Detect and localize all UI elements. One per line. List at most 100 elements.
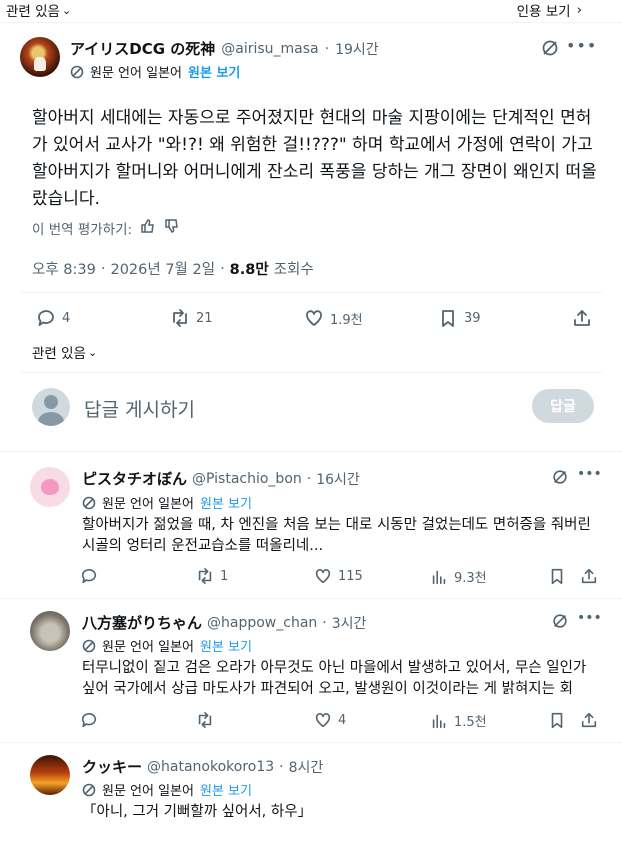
divider	[20, 292, 602, 293]
rate-translation-label: 이 번역 평가하기:	[32, 222, 133, 238]
share-button[interactable]	[580, 711, 598, 729]
rate-translation: 이 번역 평가하기:	[32, 218, 180, 238]
avatar[interactable]	[32, 388, 70, 426]
post-clock-time[interactable]: 오후 8:39	[32, 258, 96, 279]
reply-button[interactable]: 4	[36, 308, 70, 328]
views-button[interactable]: 9.3천	[430, 567, 487, 586]
view-count: 8.8만	[229, 262, 269, 278]
post-time[interactable]: 19시간	[335, 39, 379, 59]
show-original-link[interactable]: 원본 보기	[200, 780, 252, 799]
related-dropdown[interactable]: 관련 있음 ⌄	[6, 0, 72, 21]
views-button[interactable]: 1.5천	[430, 711, 487, 730]
display-name[interactable]: ピスタチオぼん	[82, 468, 187, 489]
translate-icon	[82, 783, 96, 796]
bookmark-count: 39	[464, 310, 481, 326]
views-icon	[432, 570, 446, 584]
repost-count: 21	[196, 310, 213, 326]
reply-count: 4	[62, 310, 71, 326]
original-language: 원문 언어 일본어	[102, 640, 194, 655]
handle[interactable]: @airisu_masa	[221, 41, 318, 57]
show-original-link[interactable]: 원본 보기	[188, 62, 240, 81]
post-date[interactable]: 2026년 7월 2일	[110, 258, 215, 279]
divider	[20, 372, 602, 373]
avatar[interactable]	[30, 467, 70, 507]
reply-time[interactable]: 16시간	[316, 469, 360, 489]
reply-time[interactable]: 3시간	[332, 613, 367, 633]
more-icon[interactable]: •••	[577, 466, 602, 482]
compose-input[interactable]: 답글 게시하기	[84, 395, 195, 422]
avatar[interactable]	[20, 37, 60, 77]
handle[interactable]: @happow_chan	[207, 615, 317, 631]
reply-icon	[38, 310, 54, 326]
avatar[interactable]	[30, 755, 70, 795]
quote-label: 인용 보기	[516, 4, 571, 20]
heart-icon	[306, 310, 322, 326]
thumbs-up-icon[interactable]	[140, 218, 156, 238]
reply-time[interactable]: 8시간	[289, 757, 324, 777]
translation-notice: 원문 언어 일본어 원본 보기	[82, 780, 252, 799]
translation-notice: 원문 언어 일본어 원본 보기	[70, 62, 240, 81]
display-name[interactable]: クッキー	[82, 756, 142, 777]
reply-submit-button[interactable]: 답글	[532, 389, 594, 423]
grok-icon[interactable]	[540, 38, 560, 62]
separator-dot: ·	[220, 260, 225, 277]
repost-icon	[173, 309, 187, 327]
reply-text: 터무니없이 짙고 검은 오라가 아무것도 아닌 마을에서 발생하고 있어서, 무…	[82, 660, 587, 697]
related-label: 관련 있음	[32, 346, 86, 362]
display-name[interactable]: 八方塞がりちゃん	[82, 612, 202, 633]
reply-button[interactable]	[80, 711, 104, 729]
reply-header: ピスタチオぼん @Pistachio_bon · 16시간	[82, 468, 360, 489]
bookmark-button[interactable]	[548, 567, 566, 585]
like-button[interactable]: 1.9천	[304, 308, 363, 328]
reply-header: クッキー @hatanokokoro13 · 8시간	[82, 756, 323, 777]
show-original-link[interactable]: 원본 보기	[200, 493, 252, 512]
share-icon	[581, 712, 597, 728]
show-original-link[interactable]: 원본 보기	[200, 636, 252, 655]
divider	[0, 22, 622, 23]
post-header: アイリスDCG の死神 @airisu_masa · 19시간	[70, 38, 379, 59]
more-icon[interactable]: •••	[566, 36, 597, 55]
more-icon[interactable]: •••	[577, 610, 602, 626]
chevron-down-icon: ⌄	[61, 3, 72, 17]
grok-icon[interactable]	[551, 468, 569, 490]
reply-button[interactable]	[80, 567, 104, 585]
divider	[0, 598, 622, 599]
related-dropdown[interactable]: 관련 있음 ⌄	[32, 342, 97, 363]
thumbs-down-icon[interactable]	[164, 218, 180, 238]
like-button[interactable]: 4	[314, 711, 346, 729]
handle[interactable]: @Pistachio_bon	[192, 471, 302, 487]
repost-button[interactable]: 1	[196, 567, 228, 585]
repost-icon	[198, 711, 212, 729]
like-count: 1.9천	[330, 312, 363, 328]
reply-header: 八方塞がりちゃん @happow_chan · 3시간	[82, 612, 366, 633]
divider	[0, 742, 622, 743]
grok-icon[interactable]	[551, 612, 569, 634]
share-button[interactable]	[580, 567, 598, 585]
quote-link[interactable]: 인용 보기 ›	[517, 0, 582, 20]
repost-button[interactable]: 21	[170, 308, 213, 328]
handle[interactable]: @hatanokokoro13	[147, 759, 274, 775]
translate-icon	[70, 65, 84, 78]
reply-icon	[81, 712, 97, 728]
share-icon	[581, 568, 597, 584]
reply-text: 「아니, 그거 기뻐할까 싶어서, 하우」	[82, 804, 313, 820]
separator-dot: ·	[324, 40, 330, 57]
reply-text: 할아버지가 젊었을 때, 차 엔진을 처음 보는 대로 시동만 걸었는데도 면허…	[82, 517, 591, 554]
post-text: 할아버지 세대에는 자동으로 주어졌지만 현대의 마술 지팡이에는 단계적인 면…	[32, 108, 597, 209]
share-icon	[574, 310, 590, 326]
separator-dot: ·	[306, 470, 312, 487]
bookmark-icon	[442, 310, 454, 327]
share-button[interactable]	[572, 308, 592, 328]
original-language: 원문 언어 일본어	[90, 66, 182, 81]
avatar[interactable]	[30, 611, 70, 651]
repost-icon	[198, 567, 212, 585]
reply-icon	[81, 568, 97, 584]
repost-button[interactable]	[196, 711, 220, 729]
display-name[interactable]: アイリスDCG の死神	[70, 38, 215, 59]
view-count-label: 조회수	[273, 262, 314, 278]
like-button[interactable]: 115	[314, 567, 363, 585]
bookmark-button[interactable]: 39	[438, 308, 481, 328]
divider	[0, 451, 622, 452]
related-label: 관련 있음	[6, 4, 60, 20]
bookmark-button[interactable]	[548, 711, 566, 729]
